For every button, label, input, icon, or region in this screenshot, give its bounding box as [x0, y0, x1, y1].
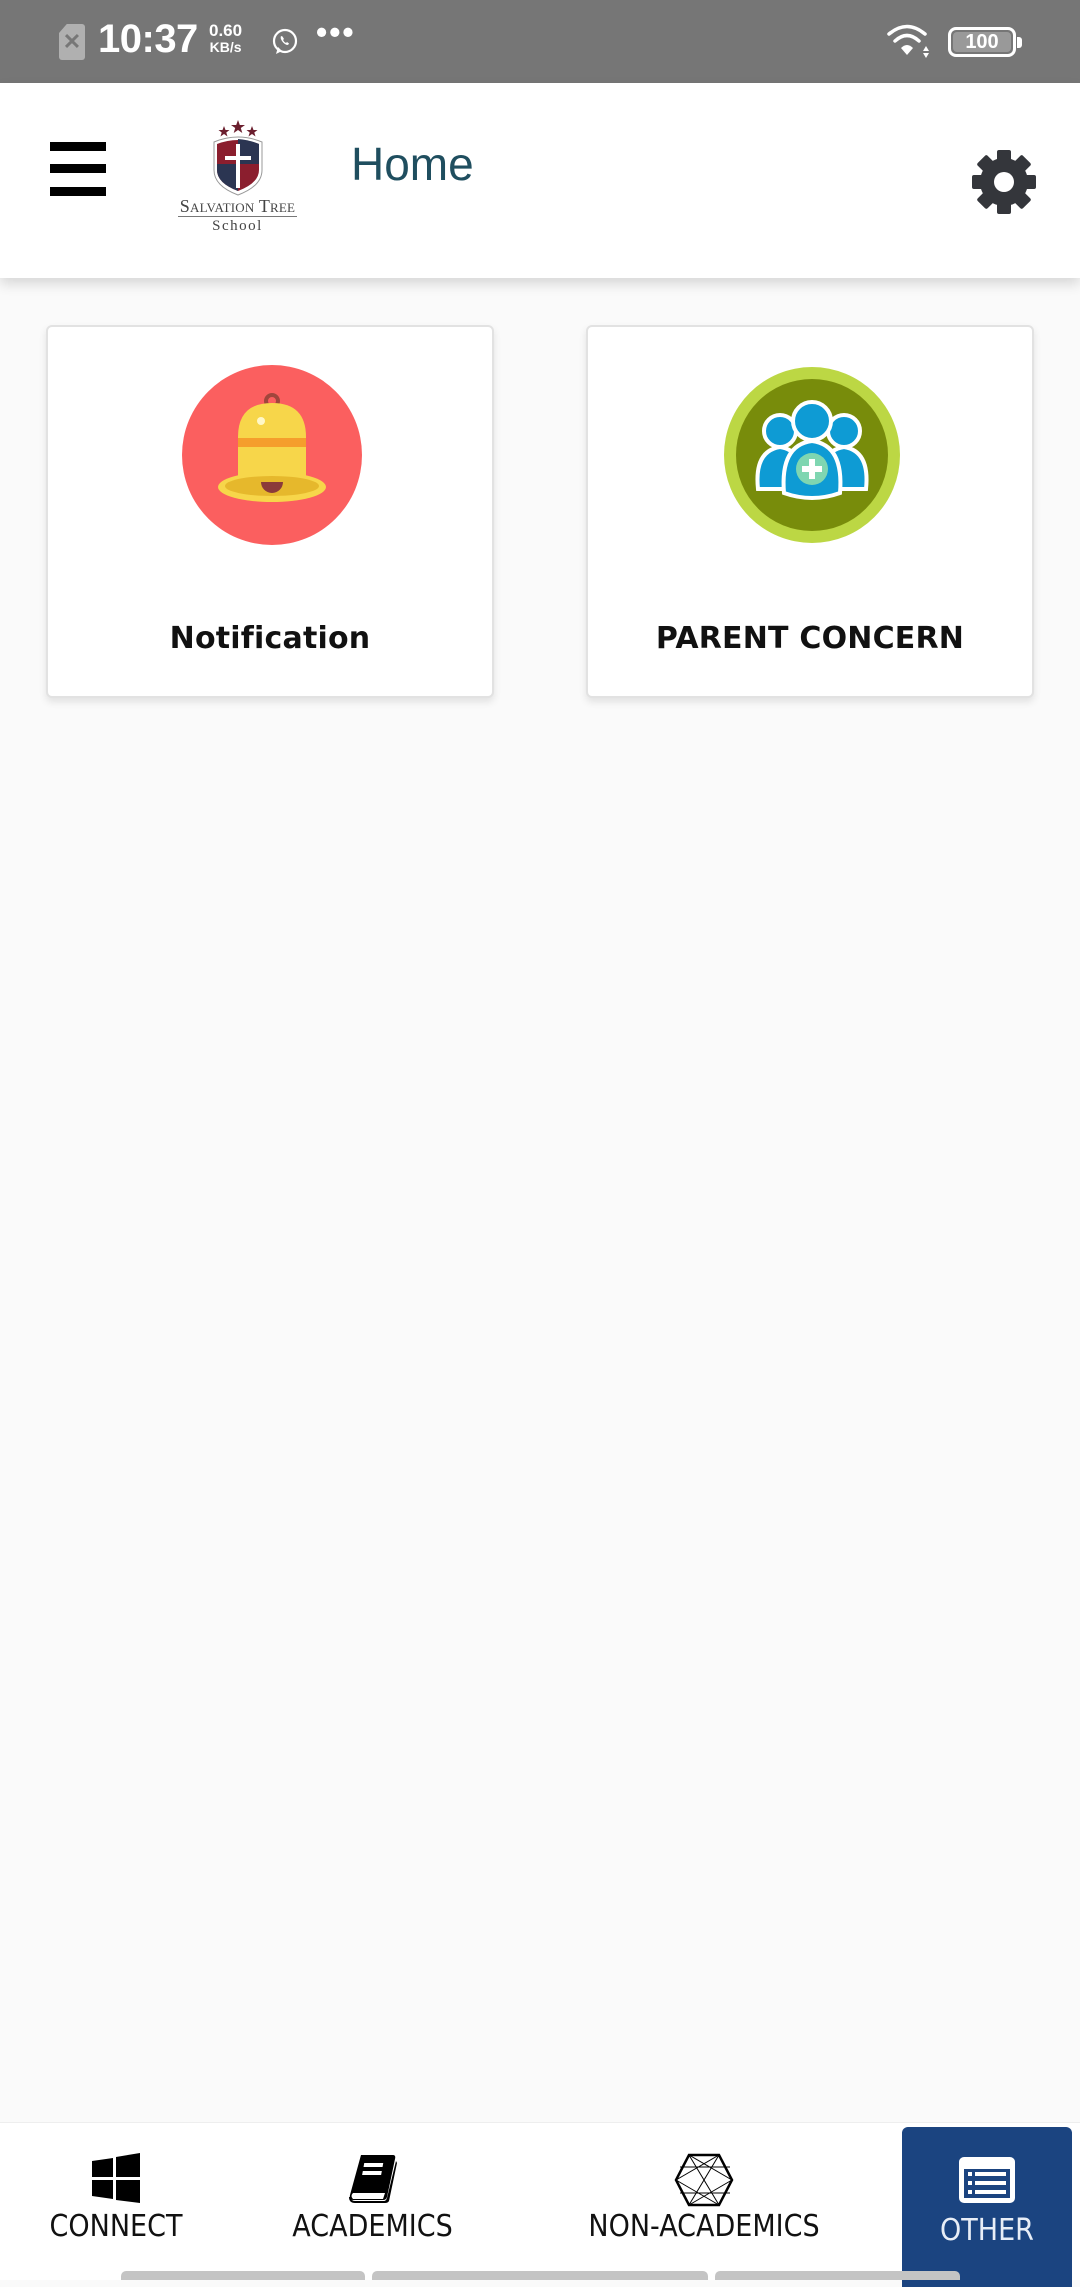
- hexagon-network-icon: [674, 2153, 734, 2207]
- nav-tab-other-label: OTHER: [940, 2213, 1034, 2248]
- whatsapp-icon: [272, 28, 298, 54]
- status-bar: ✕ 10:37 0.60 KB/s ••• 100: [0, 0, 1080, 83]
- hamburger-menu-button[interactable]: [50, 142, 108, 198]
- windows-grid-icon: [92, 2153, 140, 2203]
- network-speed-unit: KB/s: [209, 39, 242, 55]
- parent-group-icon: [724, 367, 900, 543]
- school-logo: Salvation Tree School: [165, 118, 310, 243]
- bottom-navigation: CONNECT ACADEMICS NON-ACADEMICS OTHER: [0, 2122, 1080, 2287]
- notification-tile[interactable]: Notification: [46, 325, 494, 698]
- nav-scroll-indicator-segment: [372, 2271, 708, 2280]
- logo-school-name: Salvation Tree: [177, 196, 298, 217]
- nav-tab-non-academics[interactable]: NON-ACADEMICS: [570, 2123, 838, 2281]
- nav-tab-academics[interactable]: ACADEMICS: [270, 2123, 475, 2281]
- no-sim-icon: ✕: [59, 24, 85, 60]
- nav-tab-non-academics-label: NON-ACADEMICS: [588, 2209, 820, 2244]
- list-card-icon: [959, 2157, 1015, 2203]
- logo-school-subtitle: School: [212, 218, 263, 234]
- page-title: Home: [351, 138, 474, 190]
- nav-tab-connect[interactable]: CONNECT: [30, 2123, 202, 2281]
- more-notifications-icon: •••: [316, 14, 356, 50]
- battery-indicator: 100: [948, 27, 1022, 57]
- nav-tab-other-active[interactable]: OTHER: [902, 2127, 1072, 2287]
- battery-level: 100: [965, 31, 999, 53]
- parent-concern-tile-label: PARENT CONCERN: [655, 621, 965, 656]
- nav-tab-academics-label: ACADEMICS: [292, 2209, 453, 2244]
- network-speed-value: 0.60: [209, 21, 243, 40]
- shield-logo-icon: [213, 120, 262, 196]
- notification-tile-label: Notification: [169, 621, 371, 656]
- parent-concern-tile[interactable]: PARENT CONCERN: [586, 325, 1034, 698]
- bell-icon: [182, 365, 362, 545]
- settings-gear-icon[interactable]: [970, 148, 1038, 216]
- network-speed: 0.60 KB/s: [209, 22, 242, 56]
- book-icon: [348, 2155, 397, 2203]
- nav-tab-connect-label: CONNECT: [49, 2209, 183, 2244]
- nav-scroll-indicator-segment: [121, 2271, 365, 2280]
- wifi-icon: [887, 24, 929, 58]
- status-time: 10:37: [98, 17, 198, 61]
- app-header: Salvation Tree School Home: [0, 83, 1080, 278]
- nav-scroll-indicator-segment: [715, 2271, 960, 2280]
